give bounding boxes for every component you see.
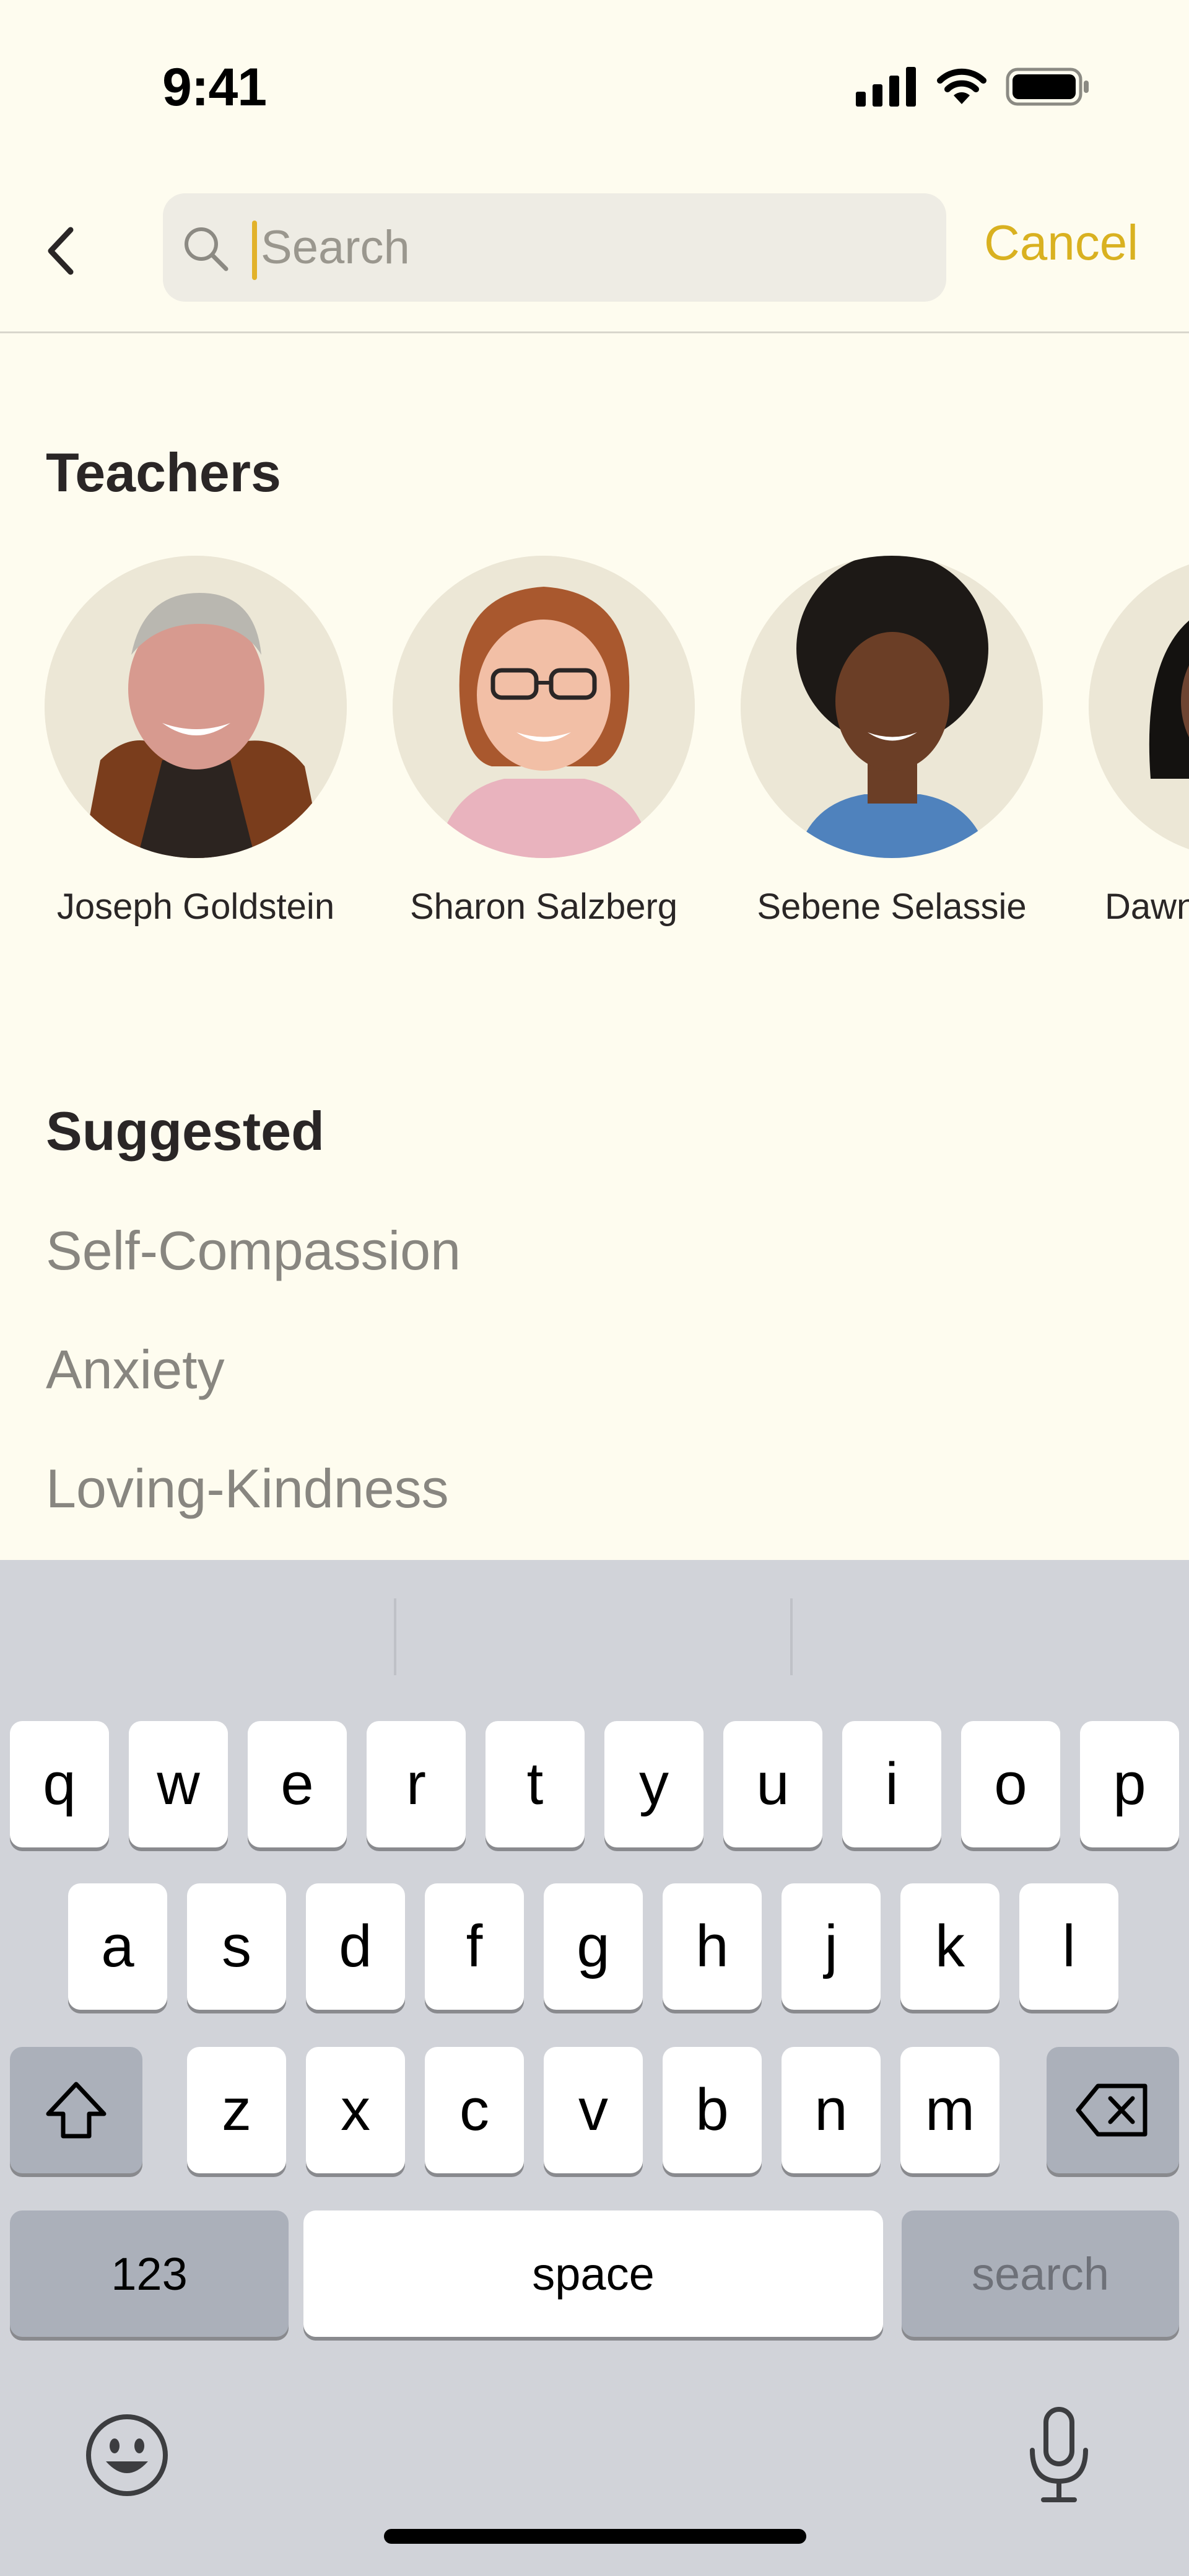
search-return-key[interactable]: search [902, 2210, 1179, 2337]
key-y[interactable]: y [604, 1721, 703, 1847]
cancel-button[interactable]: Cancel [984, 214, 1138, 271]
cellular-signal-icon [856, 67, 916, 107]
key-z[interactable]: z [187, 2047, 286, 2173]
dictation-button[interactable] [1016, 2403, 1102, 2508]
shift-key[interactable] [10, 2047, 142, 2173]
key-u[interactable]: u [723, 1721, 822, 1847]
teacher-card[interactable]: Joseph Goldstein [22, 556, 369, 930]
key-n[interactable]: n [782, 2047, 881, 2173]
suggestion-item[interactable]: Self-Compassion [46, 1219, 461, 1282]
teacher-name: Dawn [1105, 887, 1189, 927]
suggestion-item[interactable]: Anxiety [46, 1338, 225, 1401]
shift-icon [46, 2082, 107, 2139]
teacher-name: Joseph Goldstein [56, 887, 335, 927]
key-e[interactable]: e [248, 1721, 347, 1847]
key-p[interactable]: p [1080, 1721, 1179, 1847]
teacher-avatar [45, 556, 347, 858]
predictive-divider [394, 1598, 396, 1675]
predictive-divider [790, 1598, 793, 1675]
space-key[interactable]: space [303, 2210, 883, 2337]
teachers-carousel[interactable]: Joseph Goldstein Sharon Salzberg Sebene … [0, 556, 1189, 1002]
suggestion-item[interactable]: Loving-Kindness [46, 1457, 449, 1520]
search-header: Cancel [0, 167, 1189, 333]
key-a[interactable]: a [68, 1883, 167, 2010]
teacher-card[interactable]: Sharon Salzberg [370, 556, 717, 930]
key-t[interactable]: t [486, 1721, 585, 1847]
emoji-icon [86, 2414, 168, 2496]
key-f[interactable]: f [425, 1883, 524, 2010]
search-icon [185, 227, 229, 271]
wifi-icon [937, 68, 986, 104]
key-d[interactable]: d [306, 1883, 405, 2010]
teacher-avatar [1089, 556, 1189, 858]
teacher-avatar [393, 556, 695, 858]
teacher-name: Sebene Selassie [757, 887, 1027, 927]
key-v[interactable]: v [544, 2047, 643, 2173]
search-box[interactable] [163, 193, 946, 302]
key-x[interactable]: x [306, 2047, 405, 2173]
teacher-card[interactable]: Sebene Selassie [718, 556, 1065, 930]
key-j[interactable]: j [782, 1883, 881, 2010]
key-b[interactable]: b [663, 2047, 762, 2173]
suggested-heading: Suggested [46, 1100, 324, 1162]
status-icons [856, 67, 1090, 107]
key-c[interactable]: c [425, 2047, 524, 2173]
key-m[interactable]: m [900, 2047, 1000, 2173]
delete-icon [1076, 2083, 1148, 2137]
search-input[interactable] [261, 193, 917, 302]
keyboard: q w e r t y u i o p a s d f g h j k l z … [0, 1560, 1189, 2576]
teachers-heading: Teachers [46, 442, 281, 503]
key-i[interactable]: i [842, 1721, 941, 1847]
key-w[interactable]: w [129, 1721, 228, 1847]
status-time: 9:41 [162, 58, 267, 117]
microphone-icon [1030, 2407, 1088, 2502]
back-button[interactable] [36, 217, 85, 285]
status-bar: 9:41 [0, 0, 1189, 167]
key-s[interactable]: s [187, 1883, 286, 2010]
text-cursor [252, 221, 257, 280]
key-l[interactable]: l [1019, 1883, 1118, 2010]
key-q[interactable]: q [10, 1721, 109, 1847]
battery-icon [1006, 68, 1089, 106]
emoji-button[interactable] [81, 2409, 173, 2502]
home-indicator [384, 2529, 806, 2544]
key-k[interactable]: k [900, 1883, 1000, 2010]
teacher-avatar [741, 556, 1043, 858]
teacher-name: Sharon Salzberg [409, 887, 678, 927]
key-g[interactable]: g [544, 1883, 643, 2010]
key-h[interactable]: h [663, 1883, 762, 2010]
key-o[interactable]: o [961, 1721, 1060, 1847]
numbers-key[interactable]: 123 [10, 2210, 289, 2337]
teacher-card[interactable]: Dawn [1066, 556, 1189, 930]
chevron-left-icon [48, 227, 74, 275]
key-r[interactable]: r [367, 1721, 466, 1847]
delete-key[interactable] [1047, 2047, 1179, 2173]
